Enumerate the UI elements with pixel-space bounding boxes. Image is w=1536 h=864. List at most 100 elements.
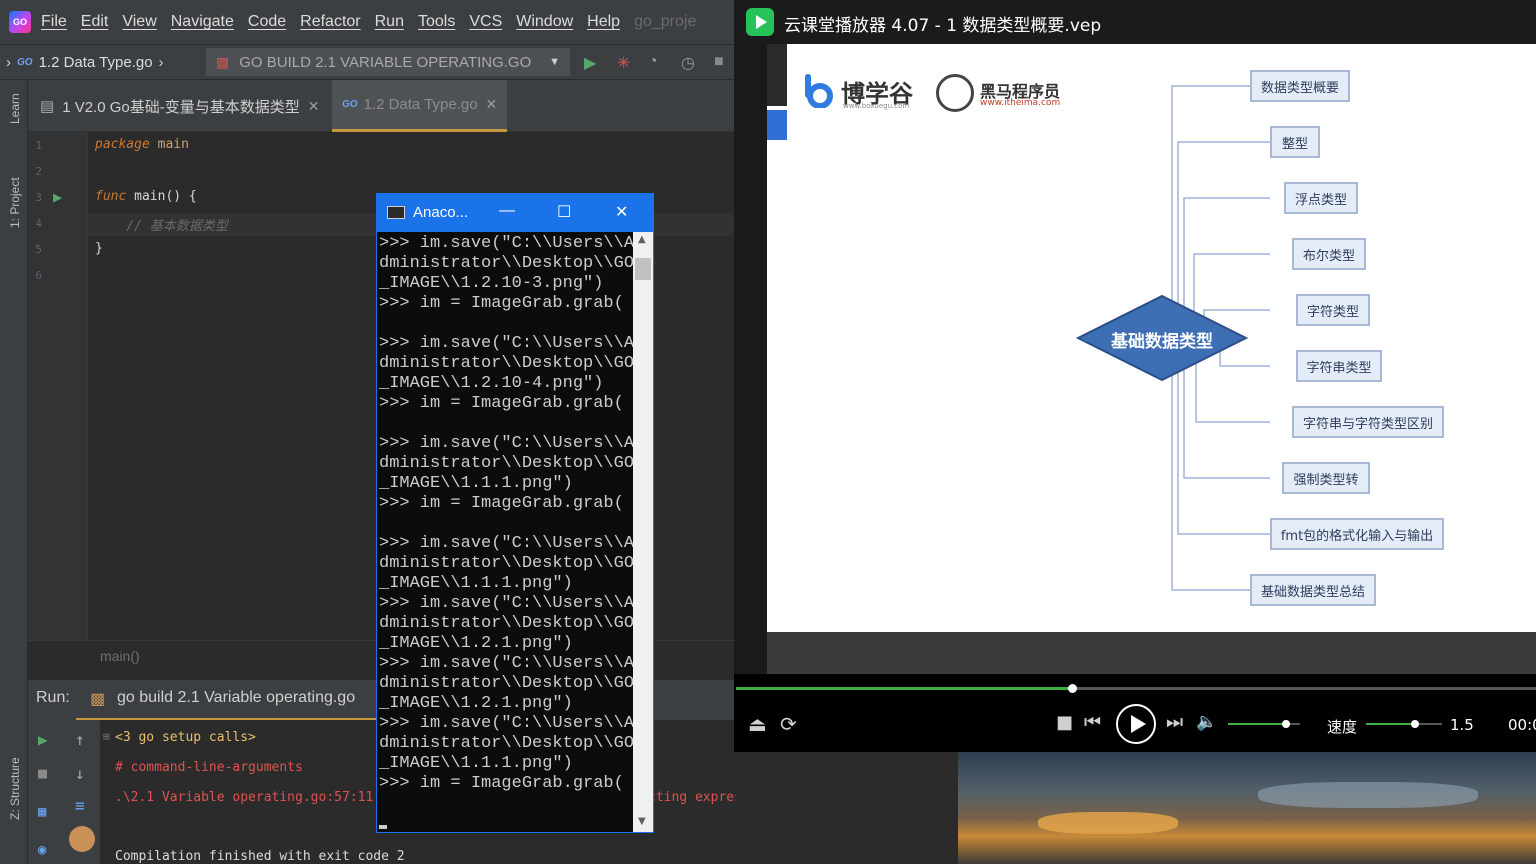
mindmap-node: fmt包的格式化输入与输出 [1270, 518, 1444, 550]
go-file-icon: GO [17, 56, 33, 68]
play-icon [1131, 715, 1146, 733]
mindmap-node: 强制类型转 [1282, 462, 1370, 494]
line-number: 2 [35, 165, 42, 178]
line-number: 5 [35, 243, 42, 256]
volume-fill [1228, 723, 1286, 725]
arrow-up-icon[interactable]: ↑ [75, 730, 85, 749]
output-line: # command-line-arguments [115, 760, 303, 775]
debug-icon[interactable]: ✳ [617, 53, 630, 73]
play-button[interactable] [1116, 704, 1156, 744]
line-gutter: 1 2 3 4 5 6 ▶ [28, 132, 88, 640]
layout-icon[interactable]: ▦ [38, 804, 46, 820]
stop-icon[interactable]: ■ [1056, 712, 1073, 733]
menu-help[interactable]: Help [587, 13, 620, 31]
learn-tool-label[interactable]: Learn [8, 93, 22, 124]
soft-wrap-icon[interactable]: ≡ [75, 796, 85, 815]
console-icon [387, 206, 405, 219]
wallpaper-reflection [1038, 812, 1178, 834]
run-toolbar: ▶ ↑ ■ ↓ ≡ ▦ ◉ [28, 720, 100, 864]
menu-view[interactable]: View [122, 13, 156, 31]
run-icon[interactable]: ▶ [584, 53, 596, 73]
video-side-strip [767, 44, 787, 106]
line-number: 3 [35, 191, 42, 204]
minimize-icon[interactable]: — [499, 202, 515, 220]
editor-tabs: ▤ 1 V2.0 Go基础-变量与基本数据类型 ✕ GO 1.2 Data Ty… [28, 80, 736, 132]
menu-vcs[interactable]: VCS [469, 13, 502, 31]
time-display: 00:0 [1508, 716, 1536, 734]
download-icon[interactable] [69, 826, 95, 852]
goland-logo-icon: GO [9, 11, 31, 33]
left-tool-strip: Learn 1: Project Z: Structure [0, 80, 28, 864]
console-title-bar[interactable]: Anaco... — ☐ ✕ [377, 194, 653, 232]
line-number: 6 [35, 269, 42, 282]
mindmap-center: 基础数据类型 [1111, 332, 1213, 352]
scroll-down-icon[interactable]: ▼ [638, 816, 646, 827]
menu-refactor[interactable]: Refactor [300, 13, 360, 31]
line-number: 1 [35, 139, 42, 152]
run-config-label: GO BUILD 2.1 VARIABLE OPERATING.GO [239, 53, 532, 71]
mindmap-node: 字符串与字符类型区别 [1292, 406, 1444, 438]
expand-icon[interactable]: ⊞ [103, 730, 110, 743]
menu-code[interactable]: Code [248, 13, 286, 31]
menu-file[interactable]: File [41, 13, 67, 31]
text-cursor [379, 825, 387, 829]
code-line-4: // 基本数据类型 [95, 219, 228, 234]
previous-icon[interactable]: ⏮ [1084, 711, 1101, 733]
chevron-right-icon[interactable]: › [6, 54, 11, 71]
menu-edit[interactable]: Edit [81, 13, 109, 31]
tab-label: 1.2 Data Type.go [363, 96, 478, 113]
output-line: .\2.1 Variable operating.go:57:11 [115, 790, 374, 805]
menu-tools[interactable]: Tools [418, 13, 455, 31]
tab-variable-types[interactable]: ▤ 1 V2.0 Go基础-变量与基本数据类型 ✕ [40, 80, 319, 132]
close-icon[interactable]: ✕ [486, 96, 498, 113]
menu-run[interactable]: Run [375, 13, 404, 31]
run-configuration-select[interactable]: ▩ GO BUILD 2.1 VARIABLE OPERATING.GO ▼ [206, 48, 570, 76]
volume-knob[interactable] [1281, 720, 1290, 728]
structure-tool-label[interactable]: Z: Structure [8, 757, 22, 820]
breadcrumb-file[interactable]: 1.2 Data Type.go [39, 54, 153, 71]
close-icon[interactable]: ✕ [615, 202, 628, 222]
stop-icon[interactable]: ■ [714, 53, 724, 71]
speed-knob[interactable] [1411, 720, 1420, 728]
tab-label: 1 V2.0 Go基础-变量与基本数据类型 [62, 98, 300, 116]
run-tab[interactable]: go build 2.1 Variable operating.go [117, 689, 355, 707]
maximize-icon[interactable]: ☐ [557, 202, 571, 222]
itheima-url: www.itheima.com [980, 98, 1061, 108]
stop-icon[interactable]: ■ [38, 764, 47, 782]
video-frame-bottom [767, 632, 1536, 674]
tab-data-type[interactable]: GO 1.2 Data Type.go ✕ [332, 80, 508, 132]
rerun-icon[interactable]: ▶ [38, 730, 48, 749]
menu-navigate[interactable]: Navigate [171, 13, 234, 31]
menu-window[interactable]: Window [516, 13, 573, 31]
next-icon[interactable]: ⏭ [1166, 711, 1183, 733]
coverage-icon[interactable]: ◔ [648, 53, 658, 71]
mindmap-node: 基础数据类型总结 [1250, 574, 1376, 606]
run-config-error-icon: ▩ [216, 53, 230, 70]
scrollbar-thumb[interactable] [635, 258, 651, 280]
profile-icon[interactable]: ◷ [681, 53, 695, 73]
console-scrollbar[interactable]: ▲ ▼ [633, 232, 653, 832]
eject-icon[interactable]: ⏏ [748, 712, 767, 736]
project-name-hint: go_proje [634, 13, 697, 30]
arrow-down-icon[interactable]: ↓ [75, 764, 85, 783]
player-controls: ⏏ ⟳ ■ ⏮ ⏭ 🔈 速度 1.5 00:0 [734, 674, 1536, 752]
volume-icon[interactable]: 🔈 [1196, 712, 1217, 732]
mindmap-node: 字符类型 [1296, 294, 1370, 326]
horse-icon [936, 74, 974, 112]
document-icon: ▤ [40, 98, 55, 115]
scroll-up-icon[interactable]: ▲ [638, 234, 646, 245]
player-title-bar[interactable]: 云课堂播放器 4.07 - 1 数据类型概要.vep [734, 0, 1536, 44]
project-tool-label[interactable]: 1: Project [8, 177, 22, 228]
progress-knob[interactable] [1068, 684, 1077, 693]
speed-value: 1.5 [1450, 716, 1474, 734]
loop-icon[interactable]: ⟳ [780, 712, 797, 736]
navigation-bar: › GO 1.2 Data Type.go › ▩ GO BUILD 2.1 V… [0, 44, 736, 80]
build-config-icon: ▩ [90, 691, 106, 708]
code-line-5: } [95, 241, 103, 256]
run-gutter-icon[interactable]: ▶ [53, 188, 62, 206]
console-output[interactable]: >>> im.save("C:\\Users\\A dministrator\\… [379, 234, 633, 824]
close-icon[interactable]: ✕ [308, 98, 320, 115]
mindmap-node: 布尔类型 [1292, 238, 1366, 270]
pin-icon[interactable]: ◉ [38, 842, 46, 858]
anaconda-console-window[interactable]: Anaco... — ☐ ✕ >>> im.save("C:\\Users\\A… [376, 193, 654, 833]
